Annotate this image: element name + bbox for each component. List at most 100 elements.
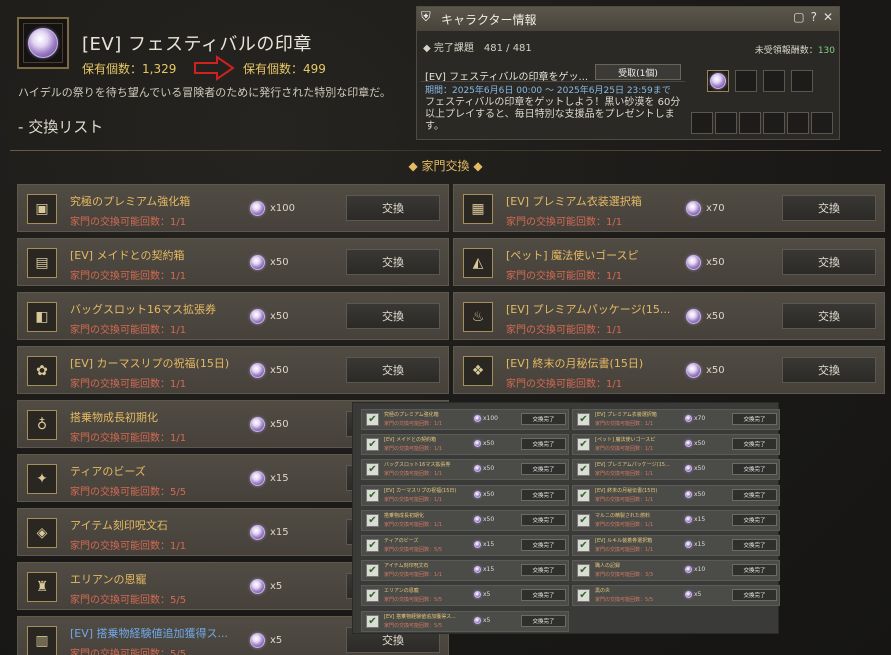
section-label: 家門交換: [421, 159, 470, 173]
exchange-button[interactable]: 交換: [782, 357, 876, 383]
exchange-limit: 家門の交換可能回数：5/5: [70, 649, 187, 655]
book-icon[interactable]: ❖: [463, 356, 493, 386]
exchange-row: ♨ [EV] プレミアムパッケージ(15... 家門の交換可能回数：1/1 x50 交換: [453, 292, 885, 340]
bag-ticket-icon[interactable]: ◧: [27, 302, 57, 332]
costume-box-icon[interactable]: ▦: [463, 194, 493, 224]
reward-slot[interactable]: [763, 70, 785, 92]
exchange-done-button[interactable]: 交換完了: [732, 564, 777, 577]
completed-row: ✔ ティアのビーズ 家門の交換可能回数：5/5 x15 交換完了: [361, 535, 569, 556]
cost-value: x50: [694, 440, 706, 448]
checkbox-checked[interactable]: ✔: [577, 463, 590, 477]
cost-value: x50: [270, 257, 289, 268]
completed-row: ✔ [EV] 搭乗物経験値追加獲得ス... 家門の交換可能回数：5/5 x5 交換完了: [361, 610, 569, 632]
exchange-button[interactable]: 交換: [346, 195, 440, 221]
checkbox-checked[interactable]: ✔: [366, 413, 379, 426]
help-icon[interactable]: ?: [811, 10, 817, 24]
package-icon[interactable]: ♨: [463, 302, 493, 332]
cost-value: x50: [483, 465, 495, 473]
cost-value: x5: [483, 591, 491, 599]
exchange-done-button[interactable]: 交換完了: [732, 513, 777, 526]
exchange-button[interactable]: 交換: [782, 303, 876, 329]
exchange-done-button[interactable]: 交換完了: [521, 564, 566, 577]
reward-slot[interactable]: [763, 112, 785, 134]
checkbox-checked[interactable]: ✔: [366, 488, 379, 502]
exchange-limit: 家門の交換可能回数：1/1: [595, 471, 654, 478]
exchange-button[interactable]: 交換: [346, 303, 440, 329]
character-info-popup: ⛨ キャラクター情報 ▢ ? ✕ ◆ 完了課題 481 / 481 未受領報酬数…: [416, 6, 840, 140]
exchange-done-button[interactable]: 交換完了: [521, 589, 566, 602]
checkbox-checked[interactable]: ✔: [366, 539, 379, 552]
reward-slot[interactable]: [691, 112, 713, 134]
checkbox-checked[interactable]: ✔: [366, 438, 379, 452]
exchange-done-button[interactable]: 交換完了: [732, 463, 777, 476]
exchange-done-button[interactable]: 交換完了: [732, 413, 777, 425]
receive-button[interactable]: 受取(1個): [595, 64, 681, 80]
scroll-icon[interactable]: ▥: [27, 626, 57, 655]
witch-hat-icon[interactable]: ◭: [463, 248, 493, 278]
reward-slot[interactable]: [791, 70, 813, 92]
exchange-done-button[interactable]: 交換完了: [732, 589, 777, 602]
exchange-limit: 家門の交換可能回数：1/1: [384, 496, 443, 503]
seal-coin-icon: [474, 440, 481, 448]
reward-slot[interactable]: [787, 112, 809, 134]
close-icon[interactable]: ✕: [823, 10, 833, 24]
checkbox-checked[interactable]: ✔: [577, 488, 590, 502]
cost: x15: [250, 525, 289, 540]
exchange-done-button[interactable]: 交換完了: [732, 539, 777, 551]
document-icon[interactable]: ▢: [793, 10, 804, 24]
seal-coin-icon: [474, 591, 481, 599]
reward-slot[interactable]: [715, 112, 737, 134]
cost: x5: [250, 579, 282, 594]
reward-slot[interactable]: [735, 70, 757, 92]
exchange-done-button[interactable]: 交換完了: [732, 438, 777, 451]
cost-value: x50: [694, 490, 706, 498]
exchange-done-button[interactable]: 交換完了: [521, 539, 566, 551]
completed-row: ✔ アイテム刻印呪文石 家門の交換可能回数：1/1 x15 交換完了: [361, 560, 569, 582]
item-name: [EV] ルキル装着券選択箱: [595, 538, 653, 544]
exchange-button[interactable]: 交換: [782, 249, 876, 275]
chest-icon[interactable]: ▣: [27, 194, 57, 224]
checkbox-checked[interactable]: ✔: [366, 564, 379, 578]
checkbox-checked[interactable]: ✔: [577, 438, 590, 452]
seal-coin-icon: [474, 465, 481, 473]
exchange-button[interactable]: 交換: [346, 249, 440, 275]
flower-icon[interactable]: ✿: [27, 356, 57, 386]
potion-icon[interactable]: ♁: [27, 410, 57, 440]
exchange-limit: 家門の交換可能回数：5/5: [70, 487, 187, 498]
reward-slot-seal[interactable]: [707, 70, 729, 92]
seal-coin-icon: [474, 515, 481, 523]
checkbox-checked[interactable]: ✔: [577, 413, 590, 426]
completed-row: ✔ [EV] カーマスリプの祝福(15日) 家門の交換可能回数：1/1 x50 交換完了: [361, 484, 569, 506]
exchange-done-button[interactable]: 交換完了: [521, 614, 566, 627]
checkbox-checked[interactable]: ✔: [366, 463, 379, 477]
seal-coin-icon: [685, 490, 692, 498]
exchange-done-button[interactable]: 交換完了: [521, 463, 566, 476]
butterfly-icon[interactable]: ✦: [27, 464, 57, 494]
reward-slot[interactable]: [739, 112, 761, 134]
cost-value: x50: [706, 365, 725, 376]
owned-count-before: 保有個数：1,329: [82, 62, 177, 76]
exchange-done-button[interactable]: 交換完了: [521, 488, 566, 501]
exchange-button[interactable]: 交換: [782, 195, 876, 221]
checkbox-checked[interactable]: ✔: [366, 513, 379, 527]
reward-slot[interactable]: [811, 112, 833, 134]
checkbox-checked[interactable]: ✔: [366, 614, 379, 628]
exchange-done-button[interactable]: 交換完了: [521, 438, 566, 451]
vase-icon[interactable]: ♜: [27, 572, 57, 602]
completed-row: ✔ 搭乗物成長初期化 家門の交換可能回数：1/1 x50 交換完了: [361, 509, 569, 531]
exchange-row: ▤ [EV] メイドとの契約箱 家門の交換可能回数：1/1 x50 交換: [17, 238, 449, 286]
checkbox-checked[interactable]: ✔: [577, 539, 590, 552]
exchange-done-button[interactable]: 交換完了: [521, 513, 566, 526]
checkbox-checked[interactable]: ✔: [577, 564, 590, 578]
exchange-done-button[interactable]: 交換完了: [521, 413, 566, 425]
exchange-button[interactable]: 交換: [346, 357, 440, 383]
cost: x50: [685, 465, 705, 473]
checkbox-checked[interactable]: ✔: [366, 589, 379, 603]
exchange-done-button[interactable]: 交換完了: [732, 488, 777, 501]
checkbox-checked[interactable]: ✔: [577, 589, 590, 603]
exchange-list-title: - 交換リスト: [18, 118, 104, 136]
checkbox-checked[interactable]: ✔: [577, 513, 590, 527]
item-name: 搭乗物成長初期化: [70, 411, 158, 424]
rune-stone-icon[interactable]: ◈: [27, 518, 57, 548]
box-icon[interactable]: ▤: [27, 248, 57, 278]
